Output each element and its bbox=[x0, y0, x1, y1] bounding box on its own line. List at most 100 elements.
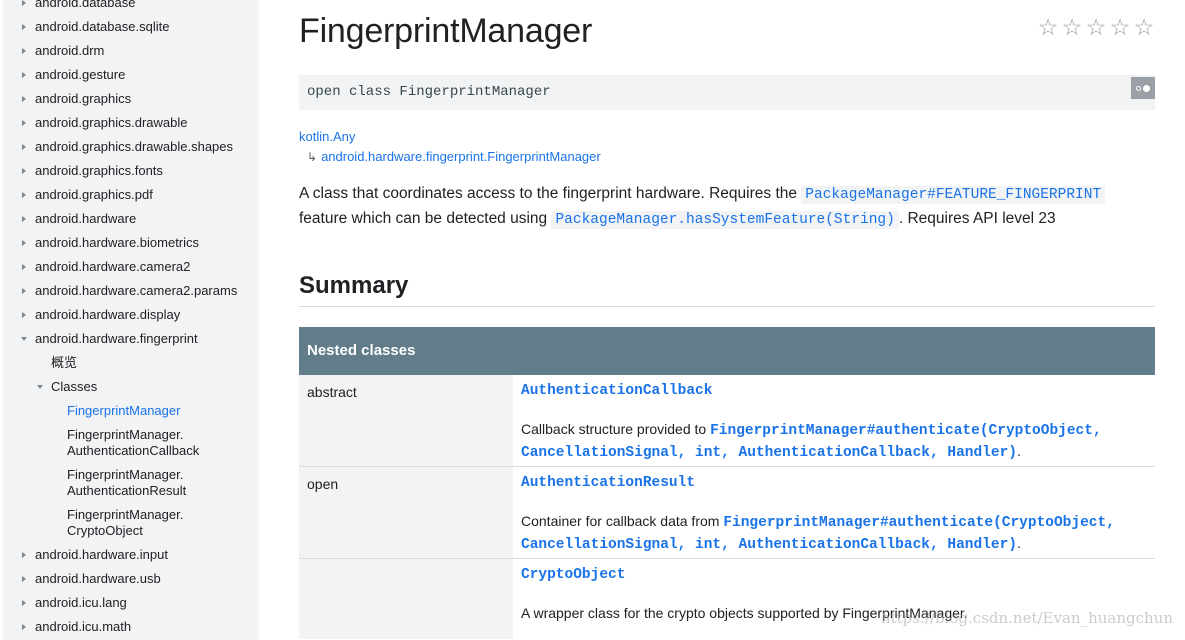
sidebar-item-android-graphics[interactable]: android.graphics bbox=[3, 87, 259, 111]
sidebar-item-android-hardware-usb[interactable]: android.hardware.usb bbox=[3, 567, 259, 591]
sidebar-item-android-database-sqlite[interactable]: android.database.sqlite bbox=[3, 15, 259, 39]
sidebar-item-android-drm[interactable]: android.drm bbox=[3, 39, 259, 63]
star-outline-icon[interactable]: ☆ bbox=[1037, 15, 1059, 39]
sidebar-item-label: Classes bbox=[51, 379, 98, 394]
sidebar-item-android-hardware-camera2[interactable]: android.hardware.camera2 bbox=[3, 255, 259, 279]
star-outline-icon[interactable]: ☆ bbox=[1085, 15, 1107, 39]
chevron-right-icon bbox=[19, 39, 29, 63]
sidebar-item-android-graphics-pdf[interactable]: android.graphics.pdf bbox=[3, 183, 259, 207]
nested-classes-table: Nested classes abstract AuthenticationCa… bbox=[299, 327, 1155, 639]
sidebar-item-label: android.hardware.camera2.params bbox=[35, 283, 238, 298]
chevron-right-icon bbox=[19, 591, 29, 615]
star-outline-icon[interactable]: ☆ bbox=[1133, 15, 1155, 39]
chevron-right-icon bbox=[19, 111, 29, 135]
sidebar-item-label: android.hardware.camera2 bbox=[35, 259, 191, 274]
class-description: A class that coordinates access to the f… bbox=[299, 182, 1155, 232]
inherit-arrow-icon: ↳ bbox=[307, 150, 318, 164]
sidebar-item-label: FingerprintManager. CryptoObject bbox=[67, 507, 184, 538]
sidebar-item-android-graphics-drawable[interactable]: android.graphics.drawable bbox=[3, 111, 259, 135]
class-cell: AuthenticationResult Container for callb… bbox=[513, 467, 1155, 555]
sidebar-item-label: android.hardware.display bbox=[35, 307, 181, 322]
star-outline-icon[interactable]: ☆ bbox=[1109, 15, 1131, 39]
sidebar-item-classes[interactable]: Classes bbox=[3, 375, 259, 399]
sidebar-item-cryptoobject[interactable]: FingerprintManager. CryptoObject bbox=[3, 503, 259, 543]
sidebar-item-android-hardware-camera2-params[interactable]: android.hardware.camera2.params bbox=[3, 279, 259, 303]
sidebar-item-android-icu-math[interactable]: android.icu.math bbox=[3, 615, 259, 639]
class-desc-text: . bbox=[1016, 535, 1021, 551]
sidebar-item-label: android.graphics.drawable bbox=[35, 115, 188, 130]
sidebar-item-authenticationresult[interactable]: FingerprintManager. AuthenticationResult bbox=[3, 463, 259, 503]
sidebar-item-android-hardware[interactable]: android.hardware bbox=[3, 207, 259, 231]
sidebar-item-android-graphics-drawable-shapes[interactable]: android.graphics.drawable.shapes bbox=[3, 135, 259, 159]
chevron-right-icon bbox=[19, 231, 29, 255]
class-modifier bbox=[299, 559, 513, 639]
sidebar-item-android-gesture[interactable]: android.gesture bbox=[3, 63, 259, 87]
sidebar-item-overview[interactable]: 概览 bbox=[3, 351, 259, 375]
table-row: CryptoObject A wrapper class for the cry… bbox=[299, 559, 1155, 639]
class-description: Callback structure provided to Fingerpri… bbox=[521, 419, 1147, 463]
inheritance-link-kotlin-any[interactable]: kotlin.Any bbox=[299, 129, 355, 144]
class-link-authenticationcallback[interactable]: AuthenticationCallback bbox=[521, 383, 1147, 403]
description-text: A class that coordinates access to the f… bbox=[299, 185, 802, 202]
description-text: feature which can be detected using bbox=[299, 210, 552, 227]
sidebar-item-android-hardware-fingerprint[interactable]: android.hardware.fingerprint bbox=[3, 327, 259, 351]
rating-stars: ☆ ☆ ☆ ☆ ☆ bbox=[1037, 15, 1155, 39]
sidebar-item-label: android.hardware.usb bbox=[35, 571, 161, 586]
class-desc-text: Container for callback data from bbox=[521, 513, 724, 529]
star-outline-icon[interactable]: ☆ bbox=[1061, 15, 1083, 39]
chevron-right-icon bbox=[19, 303, 29, 327]
watermark: https://blog.csdn.net/Evan_huangchun bbox=[880, 609, 1173, 627]
chevron-right-icon bbox=[19, 207, 29, 231]
chevron-right-icon bbox=[19, 567, 29, 591]
class-link-authenticationresult[interactable]: AuthenticationResult bbox=[521, 475, 1147, 495]
sidebar-list: android.database android.database.sqlite… bbox=[3, 0, 259, 639]
main-content: FingerprintManager ☆ ☆ ☆ ☆ ☆ open class … bbox=[299, 0, 1155, 640]
chevron-down-icon bbox=[19, 327, 29, 351]
chevron-right-icon bbox=[19, 0, 29, 15]
chevron-down-icon bbox=[35, 375, 45, 399]
chevron-right-icon bbox=[19, 183, 29, 207]
sidebar-item-android-graphics-fonts[interactable]: android.graphics.fonts bbox=[3, 159, 259, 183]
chevron-right-icon bbox=[19, 255, 29, 279]
chevron-right-icon bbox=[19, 63, 29, 87]
sidebar-item-label: android.icu.lang bbox=[35, 595, 127, 610]
sidebar-item-android-hardware-biometrics[interactable]: android.hardware.biometrics bbox=[3, 231, 259, 255]
sidebar-item-android-hardware-input[interactable]: android.hardware.input bbox=[3, 543, 259, 567]
sidebar-item-label: android.hardware.input bbox=[35, 547, 168, 562]
sidebar-item-label: android.graphics.drawable.shapes bbox=[35, 139, 234, 154]
class-cell: AuthenticationCallback Callback structur… bbox=[513, 375, 1155, 463]
inheritance-row: ↳ android.hardware.fingerprint.Fingerprin… bbox=[307, 149, 601, 164]
sidebar-item-android-database[interactable]: android.database bbox=[3, 0, 259, 15]
sidebar-item-fingerprintmanager[interactable]: FingerprintManager bbox=[3, 399, 259, 423]
sidebar-item-label: FingerprintManager bbox=[67, 403, 181, 418]
sidebar-item-label: android.hardware bbox=[35, 211, 137, 226]
sidebar-item-authenticationcallback[interactable]: FingerprintManager. AuthenticationCallba… bbox=[3, 423, 259, 463]
class-desc-text: Callback structure provided to bbox=[521, 421, 711, 437]
description-text: . Requires API level 23 bbox=[898, 210, 1056, 227]
class-desc-text: . bbox=[1016, 443, 1021, 459]
sidebar-item-label: android.hardware.biometrics bbox=[35, 235, 200, 250]
sidebar-item-label: android.icu.math bbox=[35, 619, 132, 634]
sidebar-item-label: android.graphics bbox=[35, 91, 132, 106]
inheritance-link-fingerprintmanager[interactable]: android.hardware.fingerprint.Fingerprint… bbox=[321, 149, 601, 164]
sidebar-item-label: FingerprintManager. AuthenticationResult bbox=[67, 467, 187, 498]
class-modifier: open bbox=[299, 467, 513, 558]
chevron-right-icon bbox=[19, 543, 29, 567]
chevron-right-icon bbox=[19, 279, 29, 303]
toggle-theme-icon[interactable] bbox=[1131, 77, 1155, 99]
class-description: Container for callback data from Fingerp… bbox=[521, 511, 1147, 555]
table-row: abstract AuthenticationCallback Callback… bbox=[299, 375, 1155, 467]
sidebar-item-android-hardware-display[interactable]: android.hardware.display bbox=[3, 303, 259, 327]
sidebar-item-label: android.drm bbox=[35, 43, 105, 58]
has-system-feature-link[interactable]: PackageManager.hasSystemFeature(String) bbox=[551, 211, 899, 229]
chevron-right-icon bbox=[19, 615, 29, 639]
class-link-cryptoobject[interactable]: CryptoObject bbox=[521, 567, 1147, 587]
sidebar-item-label: android.graphics.fonts bbox=[35, 163, 163, 178]
class-modifier: abstract bbox=[299, 375, 513, 466]
divider bbox=[299, 306, 1155, 307]
sidebar-item-label: 概览 bbox=[51, 355, 78, 370]
feature-fingerprint-link[interactable]: PackageManager#FEATURE_FINGERPRINT bbox=[801, 186, 1106, 204]
sidebar-item-android-icu-lang[interactable]: android.icu.lang bbox=[3, 591, 259, 615]
chevron-right-icon bbox=[19, 159, 29, 183]
sidebar-item-label: FingerprintManager. AuthenticationCallba… bbox=[67, 427, 200, 458]
